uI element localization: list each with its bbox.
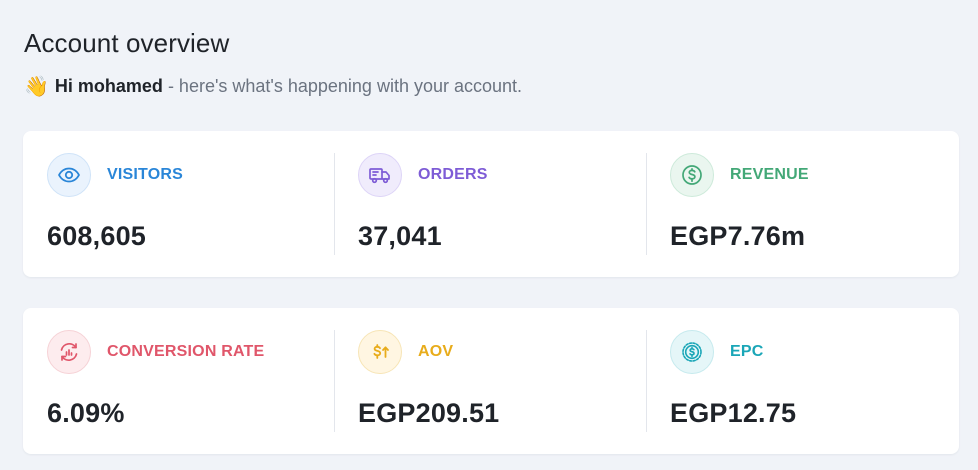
stat-value: EGP209.51 — [358, 398, 500, 428]
stat-label: AOV — [418, 343, 454, 360]
greeting-message: - here's what's happening with your acco… — [167, 76, 523, 96]
waving-hand-icon: 👋 — [24, 75, 49, 98]
stat-visitors: VISITORS 608,605 — [23, 131, 334, 277]
stats-card-secondary: CONVERSION RATE 6.09% AOV EGP209.51 EPC … — [23, 308, 959, 454]
greeting-name: Hi mohamed — [54, 76, 163, 96]
account-overview-page: Account overview 👋 Hi mohamed - here's w… — [0, 0, 978, 470]
stat-value: 6.09% — [47, 398, 125, 428]
dollar-circle-icon — [670, 153, 714, 197]
stats-card-primary: VISITORS 608,605 ORDERS 37,041 REVENUE E… — [23, 131, 959, 277]
stat-value: EGP7.76m — [670, 221, 806, 251]
dollar-up-arrow-icon — [358, 330, 402, 374]
stat-label: EPC — [730, 343, 764, 360]
dollar-badge-icon — [670, 330, 714, 374]
stat-label: REVENUE — [730, 166, 809, 183]
stat-value: EGP12.75 — [670, 398, 797, 428]
truck-icon — [358, 153, 402, 197]
stat-label: ORDERS — [418, 166, 488, 183]
eye-icon — [47, 153, 91, 197]
stat-orders: ORDERS 37,041 — [334, 131, 646, 277]
stat-label: VISITORS — [107, 166, 183, 183]
conversion-chart-icon — [47, 330, 91, 374]
stat-value: 37,041 — [358, 221, 442, 251]
page-title: Account overview — [24, 28, 230, 58]
greeting: 👋 Hi mohamed - here's what's happening w… — [24, 76, 522, 97]
stat-revenue: REVENUE EGP7.76m — [646, 131, 959, 277]
stat-conversion-rate: CONVERSION RATE 6.09% — [23, 308, 334, 454]
stat-value: 608,605 — [47, 221, 146, 251]
stat-label: CONVERSION RATE — [107, 343, 265, 360]
stat-epc: EPC EGP12.75 — [646, 308, 959, 454]
stat-aov: AOV EGP209.51 — [334, 308, 646, 454]
